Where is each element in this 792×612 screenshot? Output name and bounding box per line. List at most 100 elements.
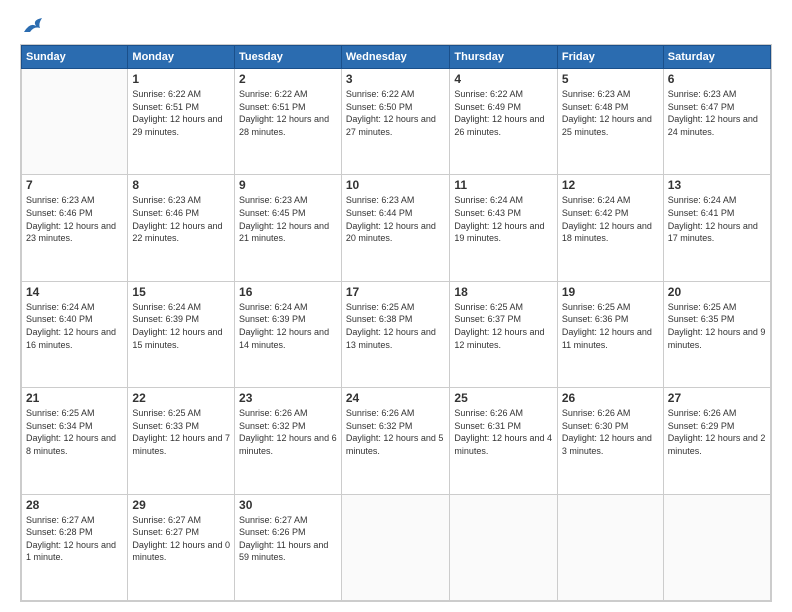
cell-info: Sunrise: 6:23 AMSunset: 6:44 PMDaylight:… [346,194,446,244]
col-header-monday: Monday [128,46,235,69]
day-number: 13 [668,178,766,192]
cell-info: Sunrise: 6:22 AMSunset: 6:51 PMDaylight:… [239,88,337,138]
calendar-cell: 15 Sunrise: 6:24 AMSunset: 6:39 PMDayligh… [128,281,235,387]
col-header-saturday: Saturday [663,46,770,69]
header [20,18,772,36]
cell-info: Sunrise: 6:22 AMSunset: 6:51 PMDaylight:… [132,88,230,138]
day-number: 14 [26,285,123,299]
cell-info: Sunrise: 6:25 AMSunset: 6:35 PMDaylight:… [668,301,766,351]
col-header-wednesday: Wednesday [341,46,450,69]
calendar-cell: 26 Sunrise: 6:26 AMSunset: 6:30 PMDayligh… [557,388,663,494]
day-number: 6 [668,72,766,86]
cell-info: Sunrise: 6:23 AMSunset: 6:48 PMDaylight:… [562,88,659,138]
cell-info: Sunrise: 6:25 AMSunset: 6:34 PMDaylight:… [26,407,123,457]
calendar-cell [341,494,450,600]
cell-info: Sunrise: 6:26 AMSunset: 6:32 PMDaylight:… [346,407,446,457]
day-number: 7 [26,178,123,192]
calendar-cell [557,494,663,600]
day-number: 8 [132,178,230,192]
cell-info: Sunrise: 6:26 AMSunset: 6:30 PMDaylight:… [562,407,659,457]
calendar: SundayMondayTuesdayWednesdayThursdayFrid… [20,44,772,602]
calendar-cell: 22 Sunrise: 6:25 AMSunset: 6:33 PMDayligh… [128,388,235,494]
cell-info: Sunrise: 6:26 AMSunset: 6:32 PMDaylight:… [239,407,337,457]
cell-info: Sunrise: 6:24 AMSunset: 6:41 PMDaylight:… [668,194,766,244]
cell-info: Sunrise: 6:25 AMSunset: 6:36 PMDaylight:… [562,301,659,351]
day-number: 4 [454,72,552,86]
calendar-cell: 9Sunrise: 6:23 AMSunset: 6:45 PMDaylight… [235,175,342,281]
day-number: 1 [132,72,230,86]
day-number: 27 [668,391,766,405]
cell-info: Sunrise: 6:23 AMSunset: 6:45 PMDaylight:… [239,194,337,244]
cell-info: Sunrise: 6:23 AMSunset: 6:47 PMDaylight:… [668,88,766,138]
day-number: 24 [346,391,446,405]
day-number: 22 [132,391,230,405]
calendar-cell [22,69,128,175]
calendar-cell: 10Sunrise: 6:23 AMSunset: 6:44 PMDayligh… [341,175,450,281]
calendar-cell: 28 Sunrise: 6:27 AMSunset: 6:28 PMDayligh… [22,494,128,600]
day-number: 12 [562,178,659,192]
day-number: 17 [346,285,446,299]
calendar-cell: 5Sunrise: 6:23 AMSunset: 6:48 PMDaylight… [557,69,663,175]
day-number: 29 [132,498,230,512]
calendar-cell: 12 Sunrise: 6:24 AMSunset: 6:42 PMDayligh… [557,175,663,281]
cell-info: Sunrise: 6:24 AMSunset: 6:43 PMDaylight:… [454,194,552,244]
calendar-cell: 21 Sunrise: 6:25 AMSunset: 6:34 PMDayligh… [22,388,128,494]
calendar-cell: 19 Sunrise: 6:25 AMSunset: 6:36 PMDayligh… [557,281,663,387]
calendar-cell: 30 Sunrise: 6:27 AMSunset: 6:26 PMDayligh… [235,494,342,600]
cell-info: Sunrise: 6:27 AMSunset: 6:28 PMDaylight:… [26,514,123,564]
logo-bird-icon [22,18,44,36]
col-header-sunday: Sunday [22,46,128,69]
day-number: 2 [239,72,337,86]
day-number: 18 [454,285,552,299]
col-header-thursday: Thursday [450,46,557,69]
calendar-cell: 27 Sunrise: 6:26 AMSunset: 6:29 PMDayligh… [663,388,770,494]
day-number: 15 [132,285,230,299]
day-number: 23 [239,391,337,405]
calendar-cell: 20 Sunrise: 6:25 AMSunset: 6:35 PMDayligh… [663,281,770,387]
page: SundayMondayTuesdayWednesdayThursdayFrid… [0,0,792,612]
logo [20,18,44,36]
day-number: 3 [346,72,446,86]
cell-info: Sunrise: 6:27 AMSunset: 6:27 PMDaylight:… [132,514,230,564]
cell-info: Sunrise: 6:24 AMSunset: 6:40 PMDaylight:… [26,301,123,351]
cell-info: Sunrise: 6:23 AMSunset: 6:46 PMDaylight:… [132,194,230,244]
calendar-cell: 16Sunrise: 6:24 AMSunset: 6:39 PMDayligh… [235,281,342,387]
calendar-cell [450,494,557,600]
cell-info: Sunrise: 6:25 AMSunset: 6:38 PMDaylight:… [346,301,446,351]
calendar-cell [663,494,770,600]
calendar-cell: 29 Sunrise: 6:27 AMSunset: 6:27 PMDayligh… [128,494,235,600]
calendar-cell: 13 Sunrise: 6:24 AMSunset: 6:41 PMDayligh… [663,175,770,281]
calendar-cell: 18 Sunrise: 6:25 AMSunset: 6:37 PMDayligh… [450,281,557,387]
cell-info: Sunrise: 6:22 AMSunset: 6:50 PMDaylight:… [346,88,446,138]
day-number: 20 [668,285,766,299]
cell-info: Sunrise: 6:24 AMSunset: 6:42 PMDaylight:… [562,194,659,244]
cell-info: Sunrise: 6:26 AMSunset: 6:29 PMDaylight:… [668,407,766,457]
calendar-cell: 23 Sunrise: 6:26 AMSunset: 6:32 PMDayligh… [235,388,342,494]
day-number: 16 [239,285,337,299]
cell-info: Sunrise: 6:26 AMSunset: 6:31 PMDaylight:… [454,407,552,457]
calendar-cell: 4Sunrise: 6:22 AMSunset: 6:49 PMDaylight… [450,69,557,175]
cell-info: Sunrise: 6:25 AMSunset: 6:37 PMDaylight:… [454,301,552,351]
calendar-cell: 6 Sunrise: 6:23 AMSunset: 6:47 PMDaylight… [663,69,770,175]
calendar-cell: 24 Sunrise: 6:26 AMSunset: 6:32 PMDayligh… [341,388,450,494]
cell-info: Sunrise: 6:27 AMSunset: 6:26 PMDaylight:… [239,514,337,564]
day-number: 28 [26,498,123,512]
day-number: 19 [562,285,659,299]
calendar-cell: 1 Sunrise: 6:22 AMSunset: 6:51 PMDaylight… [128,69,235,175]
day-number: 25 [454,391,552,405]
day-number: 21 [26,391,123,405]
col-header-tuesday: Tuesday [235,46,342,69]
day-number: 30 [239,498,337,512]
calendar-cell: 2 Sunrise: 6:22 AMSunset: 6:51 PMDaylight… [235,69,342,175]
calendar-cell: 17 Sunrise: 6:25 AMSunset: 6:38 PMDayligh… [341,281,450,387]
cell-info: Sunrise: 6:25 AMSunset: 6:33 PMDaylight:… [132,407,230,457]
day-number: 26 [562,391,659,405]
day-number: 11 [454,178,552,192]
col-header-friday: Friday [557,46,663,69]
cell-info: Sunrise: 6:23 AMSunset: 6:46 PMDaylight:… [26,194,123,244]
cell-info: Sunrise: 6:24 AMSunset: 6:39 PMDaylight:… [132,301,230,351]
calendar-cell: 8 Sunrise: 6:23 AMSunset: 6:46 PMDaylight… [128,175,235,281]
calendar-cell: 25 Sunrise: 6:26 AMSunset: 6:31 PMDayligh… [450,388,557,494]
calendar-cell: 11 Sunrise: 6:24 AMSunset: 6:43 PMDayligh… [450,175,557,281]
calendar-cell: 14 Sunrise: 6:24 AMSunset: 6:40 PMDayligh… [22,281,128,387]
